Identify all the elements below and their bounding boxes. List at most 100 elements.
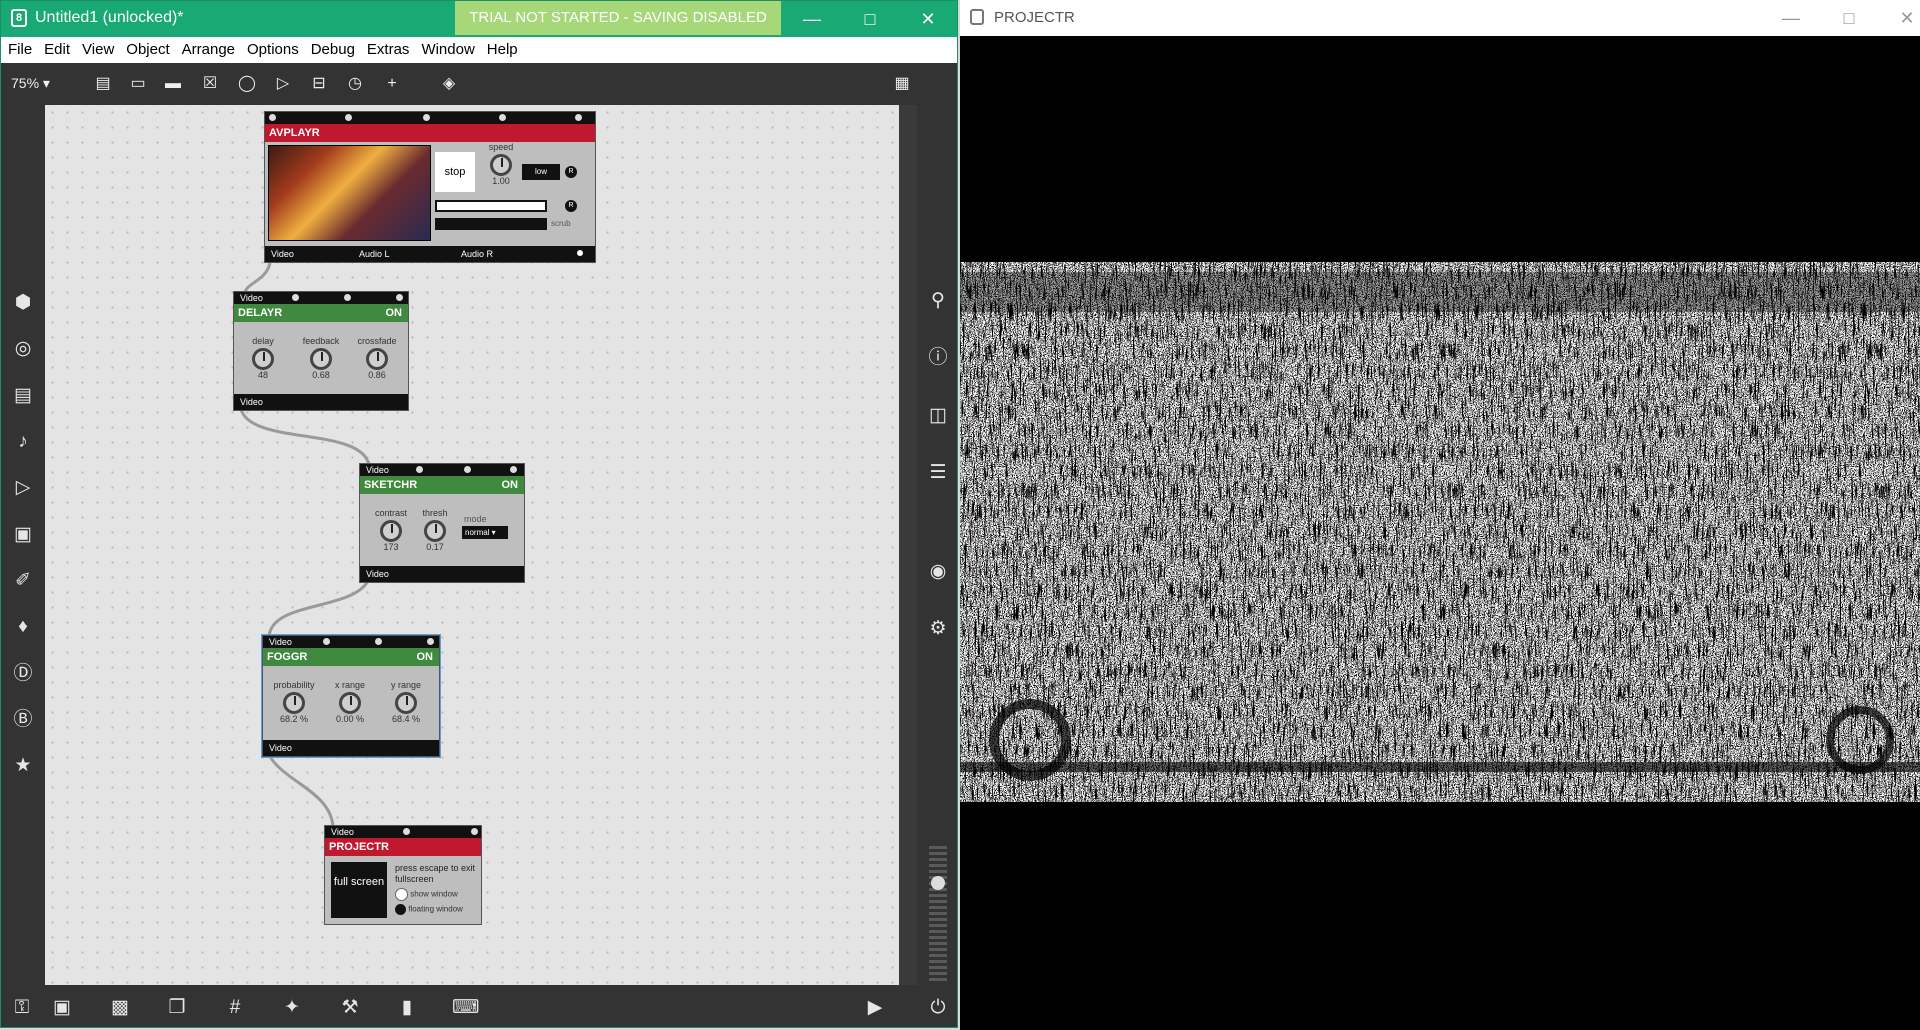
- radio-icon: [395, 888, 408, 901]
- inlet-dot[interactable]: [344, 294, 351, 301]
- projectr-header: PROJECTR: [325, 838, 481, 856]
- knob-value: 48: [257, 370, 268, 380]
- knob-dial[interactable]: [283, 692, 305, 714]
- speed-label: speed: [488, 142, 514, 152]
- knob-dial[interactable]: [252, 348, 274, 370]
- inlet-dot[interactable]: [375, 638, 382, 645]
- delay-knob[interactable]: delay 48: [238, 336, 288, 380]
- radio-label: show window: [410, 889, 458, 899]
- knob-label: thresh: [422, 508, 448, 518]
- sketchr-inlets: Video: [360, 464, 524, 476]
- foggr-module[interactable]: Video FOGGR ON probability 68.2 % x range 0…: [261, 634, 441, 758]
- speed-value: 1.00: [492, 176, 510, 186]
- inlet-dot[interactable]: [323, 638, 330, 645]
- maximize-icon[interactable]: □: [1826, 4, 1872, 32]
- presentation-icon[interactable]: ▣: [49, 995, 75, 1021]
- inlet-dot[interactable]: [416, 466, 423, 473]
- knob-label: x range: [334, 680, 366, 690]
- module-name: SKETCHR: [364, 479, 418, 491]
- scrub-slider[interactable]: [435, 218, 547, 230]
- knob-dial[interactable]: [380, 520, 402, 542]
- inlet-dot[interactable]: [423, 114, 430, 121]
- on-toggle[interactable]: ON: [417, 648, 434, 666]
- y-range-knob[interactable]: y range 68.4 %: [381, 680, 431, 724]
- on-toggle[interactable]: ON: [502, 476, 519, 494]
- inlet-dot[interactable]: [427, 638, 434, 645]
- reset-button[interactable]: R: [565, 166, 577, 178]
- inlet-dot[interactable]: [292, 294, 299, 301]
- outlet-dot[interactable]: [577, 250, 583, 256]
- knob-dial[interactable]: [366, 348, 388, 370]
- stop-button[interactable]: stop: [435, 152, 475, 192]
- outlet-audio-r-label: Audio R: [461, 249, 494, 259]
- inlet-label: Video: [240, 293, 263, 303]
- inlet-dot[interactable]: [499, 114, 506, 121]
- inlet-dot[interactable]: [510, 466, 517, 473]
- sketch-noise-image: [960, 262, 1920, 802]
- knob-value: 68.2 %: [279, 714, 309, 724]
- knob-label: y range: [390, 680, 422, 690]
- escape-hint: press escape to exit fullscreen: [395, 863, 476, 884]
- knob-dial[interactable]: [310, 348, 332, 370]
- power-icon[interactable]: ⏻: [925, 995, 951, 1021]
- loop-range-slider[interactable]: [435, 200, 547, 212]
- delayr-inlets: Video: [234, 292, 408, 304]
- knob-label: crossfade: [357, 336, 397, 346]
- avplayr-module[interactable]: AVPLAYR stop speed 1.00 low R R scrub Vi…: [264, 111, 596, 263]
- knob-label: contrast: [374, 508, 407, 518]
- knob-dial[interactable]: [339, 692, 361, 714]
- on-toggle[interactable]: ON: [386, 304, 403, 322]
- projectr-module[interactable]: Video PROJECTR full screen press escape …: [324, 825, 482, 925]
- inlet-dot[interactable]: [575, 114, 582, 121]
- video-thumbnail[interactable]: [268, 145, 431, 241]
- sketchr-module[interactable]: Video SKETCHR ON contrast 173 thresh 0.17 m…: [359, 463, 525, 583]
- mode-label: mode: [464, 514, 487, 524]
- lock-icon[interactable]: ⚿: [9, 995, 35, 1021]
- show-window-radio[interactable]: show window: [395, 888, 458, 901]
- minimize-icon[interactable]: —: [1768, 4, 1814, 32]
- reset-button-2[interactable]: R: [565, 200, 577, 212]
- feedback-knob[interactable]: feedback 0.68: [296, 336, 346, 380]
- contrast-knob[interactable]: contrast 173: [366, 508, 416, 552]
- thresh-knob[interactable]: thresh 0.17: [410, 508, 460, 552]
- delayr-module[interactable]: Video DELAYR ON delay 48 feedback 0.68 cros…: [233, 291, 409, 411]
- low-button[interactable]: low: [522, 164, 560, 180]
- keyboard-icon[interactable]: ⌨: [452, 995, 479, 1021]
- speed-knob[interactable]: speed 1.00: [481, 142, 521, 186]
- inlet-dot[interactable]: [269, 114, 276, 121]
- knob-dial[interactable]: [490, 154, 512, 176]
- wrench-icon[interactable]: ⚒: [337, 995, 363, 1021]
- layers-icon[interactable]: ❐: [164, 995, 190, 1021]
- grid-icon[interactable]: #: [222, 995, 248, 1021]
- audio-play-icon[interactable]: ▶: [862, 995, 888, 1021]
- inlet-dot[interactable]: [345, 114, 352, 121]
- crossfade-knob[interactable]: crossfade 0.86: [352, 336, 402, 380]
- foggr-outlet: Video: [263, 740, 439, 756]
- snap-icon[interactable]: ✦: [279, 995, 305, 1021]
- piano-icon[interactable]: ▮: [394, 995, 420, 1021]
- fullscreen-button[interactable]: full screen: [331, 862, 387, 918]
- delayr-header: DELAYR ON: [234, 304, 408, 322]
- inlet-dot[interactable]: [471, 828, 478, 835]
- inlet-dot[interactable]: [396, 294, 403, 301]
- max-window: 8 Untitled1 (unlocked)* TRIAL NOT STARTE…: [0, 0, 958, 1028]
- inlet-dot[interactable]: [464, 466, 471, 473]
- mode-select[interactable]: normal ▾: [462, 526, 508, 539]
- floating-window-radio[interactable]: floating window: [395, 904, 463, 915]
- close-icon[interactable]: ✕: [1884, 4, 1920, 32]
- x-range-knob[interactable]: x range 0.00 %: [325, 680, 375, 724]
- knob-value: 0.00 %: [335, 714, 365, 724]
- avplayr-header: AVPLAYR: [265, 124, 595, 142]
- inlet-dot[interactable]: [403, 828, 410, 835]
- knob-value: 0.68: [312, 370, 330, 380]
- knob-dial[interactable]: [395, 692, 417, 714]
- sketchr-outlet: Video: [360, 566, 524, 582]
- cord-avplayr-delayr: [243, 262, 272, 294]
- mode-value: normal: [465, 528, 490, 537]
- knob-value: 0.17: [426, 542, 444, 552]
- video-output-frame: [960, 262, 1920, 802]
- cord-sketchr-foggr: [267, 580, 370, 638]
- knob-dial[interactable]: [424, 520, 446, 542]
- probability-knob[interactable]: probability 68.2 %: [269, 680, 319, 724]
- comment-bubble-icon[interactable]: ▩: [107, 995, 133, 1021]
